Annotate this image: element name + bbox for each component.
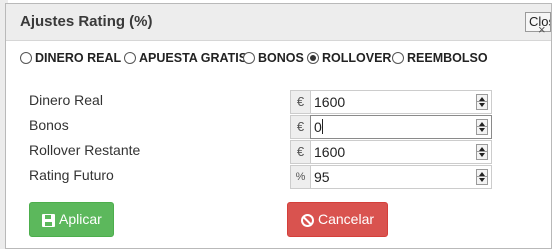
spinner-divider	[477, 101, 487, 102]
ban-icon	[301, 214, 314, 227]
number-spinner[interactable]	[476, 119, 488, 135]
bonos-input[interactable]: 0	[310, 115, 492, 139]
save-icon	[42, 214, 55, 227]
radio-rollover[interactable]: ROLLOVER	[307, 50, 391, 66]
spinner-down-icon[interactable]	[479, 103, 485, 107]
number-spinner[interactable]	[476, 94, 488, 110]
radio-label: REEMBOLSO	[407, 51, 488, 65]
spinner-divider	[477, 126, 487, 127]
spinner-divider	[477, 176, 487, 177]
radio-label: ROLLOVER	[322, 51, 392, 65]
spinner-down-icon[interactable]	[479, 178, 485, 182]
apply-button-label: Aplicar	[59, 211, 102, 227]
rollover-restante-input[interactable]: 1600	[310, 140, 492, 164]
radio-label: BONOS	[258, 51, 304, 65]
number-spinner[interactable]	[476, 144, 488, 160]
radio-reembolso[interactable]: REEMBOLSO	[392, 50, 488, 66]
dinero-real-input[interactable]: 1600	[310, 90, 492, 114]
rating-futuro-input[interactable]: 95	[310, 165, 492, 189]
radio-dinero-real[interactable]: DINERO REAL	[20, 50, 121, 66]
number-spinner[interactable]	[476, 169, 488, 185]
radio-circle-icon	[243, 52, 255, 64]
text-caret	[321, 119, 323, 134]
radio-circle-icon	[124, 52, 136, 64]
cancel-button[interactable]: Cancelar	[287, 202, 388, 237]
euro-addon: €	[290, 140, 310, 164]
euro-addon: €	[290, 115, 310, 139]
label-rollover-restante: Rollover Restante	[29, 142, 141, 158]
spinner-divider	[477, 151, 487, 152]
input-value-text: 0	[314, 119, 322, 135]
input-value: 95	[314, 169, 330, 185]
input-value: 0	[314, 119, 323, 136]
euro-addon: €	[290, 90, 310, 114]
input-value: 1600	[314, 94, 346, 110]
radio-circle-icon	[20, 52, 32, 64]
apply-button[interactable]: Aplicar	[29, 202, 114, 237]
cancel-button-label: Cancelar	[318, 211, 375, 227]
label-rating-futuro: Rating Futuro	[29, 167, 114, 183]
radio-label: APUESTA GRATIS	[139, 51, 248, 65]
dialog-title: Ajustes Rating (%)	[20, 13, 153, 30]
radio-label: DINERO REAL	[35, 51, 122, 65]
radio-bonos[interactable]: BONOS	[243, 50, 304, 66]
radio-checked-icon	[307, 52, 319, 64]
input-value: 1600	[314, 144, 346, 160]
label-bonos: Bonos	[29, 117, 69, 133]
percent-addon: %	[290, 165, 310, 189]
label-dinero-real: Dinero Real	[29, 92, 103, 108]
radio-apuesta-gratis[interactable]: APUESTA GRATIS	[124, 50, 247, 66]
radio-circle-icon	[392, 52, 404, 64]
dialog-titlebar: Ajustes Rating (%) Close ×	[6, 4, 551, 41]
spinner-down-icon[interactable]	[479, 153, 485, 157]
spinner-down-icon[interactable]	[479, 128, 485, 132]
close-icon: ×	[538, 22, 546, 37]
